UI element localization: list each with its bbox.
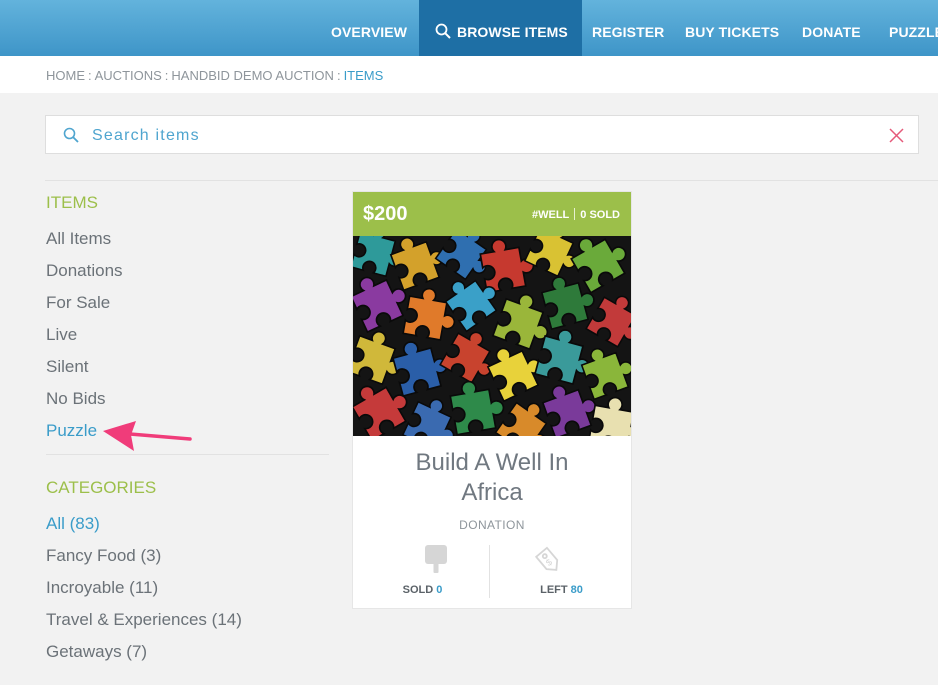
breadcrumb-auction[interactable]: HANDBID DEMO AUCTION [171, 68, 334, 83]
categories-section-title: CATEGORIES [46, 478, 157, 497]
filter-for-sale[interactable]: For Sale [46, 292, 329, 324]
clear-search-icon[interactable] [889, 128, 904, 143]
svg-text:$: $ [544, 557, 554, 568]
filter-silent[interactable]: Silent [46, 356, 329, 388]
filter-live[interactable]: Live [46, 324, 329, 356]
nav-register[interactable]: REGISTER [592, 0, 664, 56]
filter-donations[interactable]: Donations [46, 260, 329, 292]
item-code: #WELL [531, 209, 570, 221]
breadcrumb-items: ITEMS [343, 68, 384, 83]
nav-overview[interactable]: OVERVIEW [331, 0, 407, 56]
card-header: $200 #WELL 0 SOLD [353, 192, 631, 236]
price-tag-icon: $ [534, 546, 559, 571]
left-label: LEFT [540, 584, 568, 596]
breadcrumb: HOME: AUCTIONS: HANDBID DEMO AUCTION: ITEMS [46, 68, 383, 83]
breadcrumb-separator: : [88, 68, 92, 83]
meta-divider [574, 208, 576, 220]
sold-value: 0 [436, 584, 443, 596]
category-fancy-food[interactable]: Fancy Food (3) [46, 545, 329, 577]
item-card[interactable]: $200 #WELL 0 SOLD Build A Well In Africa… [353, 192, 631, 608]
breadcrumb-separator: : [164, 68, 169, 83]
item-image[interactable] [353, 236, 631, 436]
sold-stat: SOLD 0 [353, 544, 492, 604]
sold-label: SOLD [402, 584, 434, 596]
nav-puzzle[interactable]: PUZZLE [889, 0, 938, 56]
left-value: 80 [570, 584, 583, 596]
breadcrumb-auctions[interactable]: AUCTIONS [95, 68, 162, 83]
breadcrumb-bar: HOME: AUCTIONS: HANDBID DEMO AUCTION: ITEMS [0, 56, 938, 93]
paddle-icon [425, 545, 447, 573]
item-type: DONATION [459, 518, 525, 532]
item-meta: #WELL 0 SOLD [532, 208, 620, 221]
categories-list: All (83) Fancy Food (3) Incroyable (11) … [46, 513, 329, 673]
category-getaways[interactable]: Getaways (7) [46, 641, 329, 673]
nav-buy-tickets[interactable]: BUY TICKETS [685, 0, 779, 56]
filter-all-items[interactable]: All Items [46, 228, 329, 260]
category-all[interactable]: All (83) [46, 513, 329, 545]
category-incroyable[interactable]: Incroyable (11) [46, 577, 329, 609]
annotation-arrow-icon [103, 421, 192, 451]
breadcrumb-home[interactable]: HOME [46, 68, 85, 83]
nav-browse-items[interactable]: BROWSE ITEMS [419, 0, 582, 56]
top-nav: OVERVIEW BROWSE ITEMS REGISTER BUY TICKE… [0, 0, 938, 56]
item-sold-badge: 0 SOLD [580, 209, 620, 221]
item-title[interactable]: Build A Well In Africa [353, 448, 631, 508]
left-stat-text: LEFT 80 [492, 584, 631, 596]
left-stat: $ LEFT 80 [492, 544, 631, 604]
category-travel-experiences[interactable]: Travel & Experiences (14) [46, 609, 329, 641]
search-input[interactable] [90, 124, 874, 148]
breadcrumb-separator: : [336, 68, 341, 83]
sold-stat-text: SOLD 0 [353, 584, 492, 596]
items-section-title: ITEMS [46, 193, 98, 212]
stat-divider [489, 545, 490, 598]
divider [45, 180, 938, 181]
nav-donate[interactable]: DONATE [802, 0, 861, 56]
search-bar [45, 115, 919, 154]
item-price: $200 [363, 203, 408, 225]
nav-browse-items-label: BROWSE ITEMS [457, 24, 568, 40]
item-title-line-1: Build A Well In [415, 449, 569, 476]
search-icon [63, 127, 79, 143]
item-title-line-2: Africa [461, 479, 523, 506]
search-icon [435, 23, 451, 39]
